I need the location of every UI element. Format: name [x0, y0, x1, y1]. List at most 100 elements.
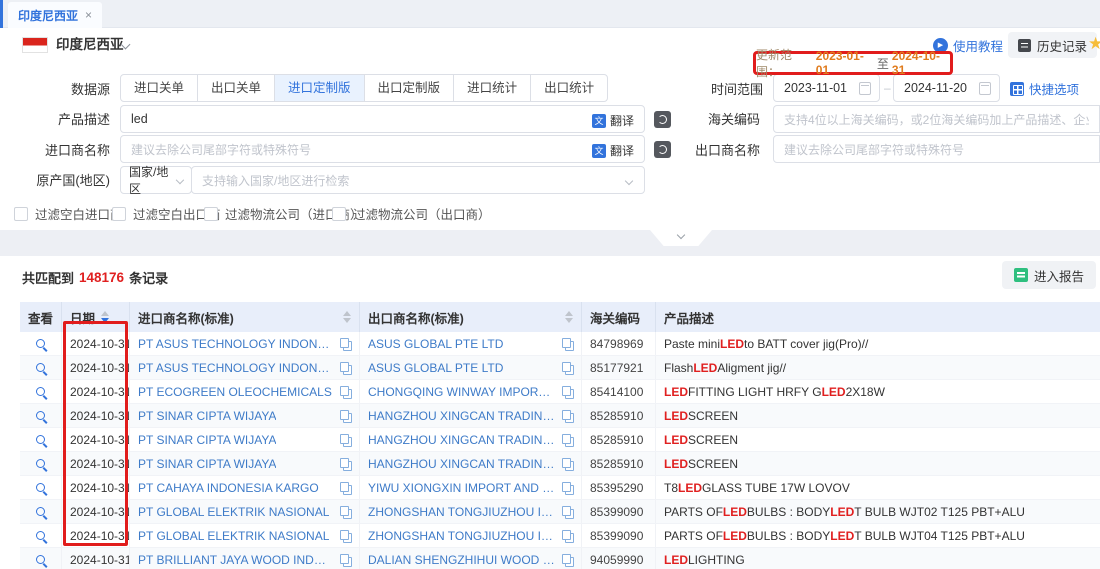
product-desc-cell: LED FITTING LIGHT HRFY G LED 2X18W: [656, 380, 1100, 403]
product-desc-cell: T8 LED GLASS TUBE 17W LOVOV: [656, 476, 1100, 499]
importer-link[interactable]: PT BRILLIANT JAYA WOOD INDUSTRY: [138, 553, 333, 567]
play-circle-icon: ▶: [933, 38, 948, 53]
copy-icon[interactable]: [562, 434, 574, 446]
copy-icon[interactable]: [562, 362, 574, 374]
copy-icon[interactable]: [562, 338, 574, 350]
importer-link[interactable]: PT ASUS TECHNOLOGY INDONESIA BA...: [138, 337, 333, 351]
hs-code-input[interactable]: 支持4位以上海关编码，或2位海关编码加上产品描述、企业名称的任意信息: [773, 105, 1100, 133]
importer-link[interactable]: PT ECOGREEN OLEOCHEMICALS: [138, 385, 332, 399]
header-exporter[interactable]: 出口商名称(标准): [360, 302, 582, 332]
view-detail-icon[interactable]: [36, 555, 45, 564]
copy-icon[interactable]: [562, 506, 574, 518]
copy-icon[interactable]: [562, 554, 574, 566]
importer-link[interactable]: PT ASUS TECHNOLOGY INDONESIA BA...: [138, 361, 333, 375]
tutorial-button[interactable]: ▶ 使用教程: [933, 35, 1003, 55]
exporter-link[interactable]: DALIAN SHENGZHIHUI WOOD INDUST...: [368, 553, 555, 567]
header-date[interactable]: 日期: [62, 302, 130, 332]
exporter-link[interactable]: HANGZHOU XINGCAN TRADING CO LTD: [368, 457, 555, 471]
checkbox-filter-blank-importer[interactable]: 过滤空白进口商: [14, 204, 123, 223]
checkbox-icon[interactable]: [112, 207, 126, 221]
view-detail-icon[interactable]: [36, 339, 45, 348]
table-row: 2024-10-31 PT ECOGREEN OLEOCHEMICALS CHO…: [20, 380, 1100, 404]
importer-input[interactable]: 建议去除公司尾部字符或特殊符号 文 翻译: [120, 135, 645, 163]
view-detail-icon[interactable]: [36, 531, 45, 540]
view-detail-icon[interactable]: [36, 387, 45, 396]
checkbox-icon[interactable]: [204, 207, 218, 221]
hs-code-cell: 85399090: [582, 524, 656, 547]
close-icon[interactable]: ×: [85, 9, 92, 21]
copy-icon[interactable]: [340, 434, 352, 446]
section-divider-band: [0, 230, 1100, 256]
copy-icon[interactable]: [562, 458, 574, 470]
tab-indonesia[interactable]: 印度尼西亚 ×: [8, 2, 102, 28]
exporter-link[interactable]: ASUS GLOBAL PTE LTD: [368, 361, 503, 375]
copy-icon[interactable]: [340, 458, 352, 470]
start-date-input[interactable]: 2023-11-01: [773, 74, 880, 102]
favorite-star-icon[interactable]: ★: [1088, 34, 1100, 54]
copy-icon[interactable]: [562, 482, 574, 494]
product-desc-input[interactable]: led 文 翻译: [120, 105, 645, 133]
view-detail-icon[interactable]: [36, 435, 45, 444]
calendar-icon: [979, 82, 991, 95]
copy-icon[interactable]: [340, 506, 352, 518]
checkbox-filter-logistics-exporter[interactable]: 过滤物流公司（出口商）: [332, 204, 491, 223]
origin-country-select[interactable]: 国家/地区: [120, 166, 192, 194]
table-row: 2024-10-31 PT SINAR CIPTA WIJAYA HANGZHO…: [20, 404, 1100, 428]
tab-import-declaration[interactable]: 进口关单: [120, 74, 198, 102]
copy-icon[interactable]: [562, 530, 574, 542]
copy-icon[interactable]: [340, 362, 352, 374]
copy-icon[interactable]: [340, 530, 352, 542]
importer-link[interactable]: PT GLOBAL ELEKTRIK NASIONAL: [138, 505, 329, 519]
end-date-input[interactable]: 2024-11-20: [893, 74, 1000, 102]
history-button[interactable]: 历史记录: [1008, 32, 1097, 58]
copy-icon[interactable]: [340, 554, 352, 566]
tab-import-stats[interactable]: 进口统计: [453, 74, 531, 102]
copy-icon[interactable]: [340, 410, 352, 422]
tab-export-declaration[interactable]: 出口关单: [197, 74, 275, 102]
importer-link[interactable]: PT CAHAYA INDONESIA KARGO: [138, 481, 319, 495]
tab-export-custom[interactable]: 出口定制版: [364, 74, 455, 102]
copy-icon[interactable]: [562, 410, 574, 422]
checkbox-icon[interactable]: [332, 207, 346, 221]
importer-link[interactable]: PT GLOBAL ELEKTRIK NASIONAL: [138, 529, 329, 543]
importer-link[interactable]: PT SINAR CIPTA WIJAYA: [138, 433, 276, 447]
view-detail-icon[interactable]: [36, 363, 45, 372]
copy-icon[interactable]: [340, 482, 352, 494]
checkbox-icon[interactable]: [14, 207, 28, 221]
translate-button[interactable]: 文 翻译: [592, 142, 634, 159]
importer-link[interactable]: PT SINAR CIPTA WIJAYA: [138, 409, 276, 423]
product-desc-cell: Flash LED Aligment jig//: [656, 356, 1100, 379]
view-detail-icon[interactable]: [36, 483, 45, 492]
exporter-link[interactable]: CHONGQING WINWAY IMPORT AND E...: [368, 385, 555, 399]
header-importer[interactable]: 进口商名称(标准): [130, 302, 360, 332]
date-cell: 2024-10-31: [62, 380, 130, 403]
copy-icon[interactable]: [340, 386, 352, 398]
sort-caret-icon[interactable]: [565, 311, 573, 323]
indonesia-flag-icon: [22, 37, 48, 53]
tab-export-stats[interactable]: 出口统计: [530, 74, 608, 102]
product-desc-cell: LED LIGHTING: [656, 548, 1100, 569]
exporter-link[interactable]: HANGZHOU XINGCAN TRADING CO LTD: [368, 433, 555, 447]
sort-caret-icon[interactable]: [343, 311, 351, 323]
browser-tab-strip: 印度尼西亚 ×: [0, 0, 1100, 28]
exporter-input[interactable]: 建议去除公司尾部字符或特殊符号: [773, 135, 1100, 163]
exporter-link[interactable]: HANGZHOU XINGCAN TRADING CO LTD: [368, 409, 555, 423]
enter-report-button[interactable]: 进入报告: [1002, 261, 1096, 289]
hs-code-cell: 85414100: [582, 380, 656, 403]
view-detail-icon[interactable]: [36, 411, 45, 420]
exporter-link[interactable]: ASUS GLOBAL PTE LTD: [368, 337, 503, 351]
view-detail-icon[interactable]: [36, 507, 45, 516]
tab-import-custom[interactable]: 进口定制版: [274, 74, 365, 102]
exporter-link[interactable]: YIWU XIONGXIN IMPORT AND EXPORT...: [368, 481, 555, 495]
sort-caret-icon[interactable]: [101, 311, 109, 323]
copy-icon[interactable]: [340, 338, 352, 350]
copy-icon[interactable]: [562, 386, 574, 398]
translate-button[interactable]: 文 翻译: [592, 112, 634, 129]
view-detail-icon[interactable]: [36, 459, 45, 468]
exporter-link[interactable]: ZHONGSHAN TONGJIUZHOU INTERNA...: [368, 505, 555, 519]
product-desc-cell: LED SCREEN: [656, 404, 1100, 427]
quick-options-button[interactable]: 快捷选项: [1010, 79, 1079, 98]
origin-country-input[interactable]: 支持输入国家/地区进行检索: [191, 166, 645, 194]
exporter-link[interactable]: ZHONGSHAN TONGJIUZHOU INTERNA...: [368, 529, 555, 543]
importer-link[interactable]: PT SINAR CIPTA WIJAYA: [138, 457, 276, 471]
